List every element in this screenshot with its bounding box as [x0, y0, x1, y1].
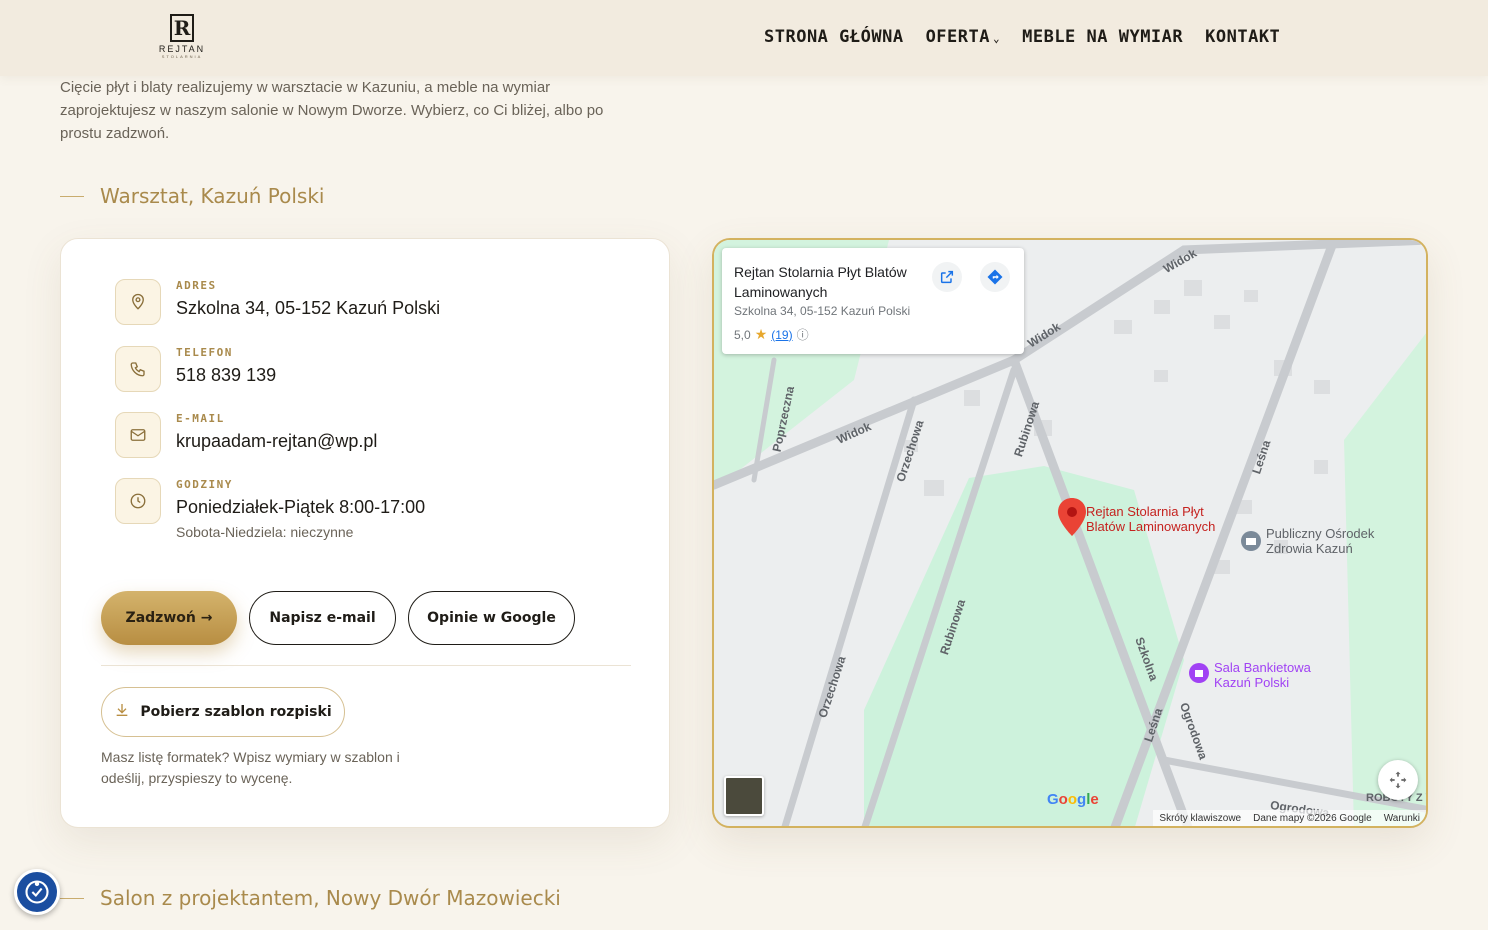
address-label: ADRES — [176, 279, 217, 292]
hours-value: Poniedziałek-Piątek 8:00-17:00 — [176, 497, 426, 517]
map-data-text: Dane mapy ©2026 Google — [1253, 812, 1372, 824]
poi-health-center: Publiczny Ośrodek Zdrowia Kazuń — [1266, 526, 1375, 556]
call-button[interactable]: Zadzwoń → — [101, 591, 237, 645]
logo-text: REJTAN — [158, 44, 206, 54]
download-template-button[interactable]: Pobierz szablon rozpiski — [101, 687, 345, 737]
template-note: Masz listę formatek? Wpisz wymiary w sza… — [101, 749, 400, 786]
directions-icon[interactable] — [980, 262, 1010, 292]
intro-text: Cięcie płyt i blaty realizujemy w warszt… — [60, 79, 604, 142]
nav-furniture[interactable]: MEBLE NA WYMIAR — [1022, 27, 1183, 47]
map-pin-icon[interactable] — [1058, 498, 1086, 540]
google-map[interactable]: Widok Widok Widok Poprzeczna Orzechowa R… — [712, 238, 1428, 828]
main-nav: STRONA GŁÓWNA OFERTA ⌄ MEBLE NA WYMIAR KO… — [764, 27, 1280, 47]
nav-offer[interactable]: OFERTA ⌄ — [926, 27, 1001, 47]
keyboard-shortcuts-link[interactable]: Skróty klawiszowe — [1159, 813, 1241, 824]
hours-weekend: Sobota-Niedziela: nieczynne — [176, 524, 354, 540]
health-center-icon — [1240, 530, 1262, 556]
terms-link[interactable]: Warunki — [1384, 813, 1420, 824]
salon-heading: Salon z projektantem, Nowy Dwór Mazowiec… — [60, 886, 561, 910]
open-external-icon[interactable] — [932, 262, 962, 292]
email-button[interactable]: Napisz e-mail — [249, 591, 396, 645]
location-pin-icon — [115, 279, 161, 325]
phone-icon — [115, 346, 161, 392]
pin-label: Rejtan Stolarnia Płyt Blatów Laminowanyc… — [1086, 504, 1216, 534]
workshop-title: Warsztat, Kazuń Polski — [100, 184, 325, 208]
workshop-heading: Warsztat, Kazuń Polski — [60, 184, 324, 208]
email-label: E-MAIL — [176, 412, 225, 425]
divider — [101, 665, 631, 666]
rating-value: 5,0 — [734, 327, 751, 342]
review-count-link[interactable]: (19) — [771, 328, 792, 342]
google-reviews-button[interactable]: Opinie w Google — [408, 591, 575, 645]
site-header: R REJTAN STOLARNIA STRONA GŁÓWNA OFERTA ⌄… — [0, 0, 1488, 76]
nav-offer-label: OFERTA — [925, 27, 990, 47]
nav-home[interactable]: STRONA GŁÓWNA — [764, 27, 904, 47]
download-icon — [114, 702, 130, 722]
address-row: ADRES Szkolna 34, 05-152 Kazuń Polski — [115, 279, 440, 325]
place-rating: 5,0 ★ (19) ⓘ — [734, 326, 1012, 343]
poi-banquet-hall: Sala Bankietowa Kazuń Polski — [1214, 660, 1311, 690]
clock-icon — [115, 478, 161, 524]
mail-icon — [115, 412, 161, 458]
heading-dash — [60, 195, 84, 197]
email-row: E-MAIL krupaadam-rejtan@wp.pl — [115, 412, 377, 458]
logo[interactable]: R REJTAN STOLARNIA — [150, 14, 214, 64]
heading-dash — [60, 897, 84, 899]
address-value: Szkolna 34, 05-152 Kazuń Polski — [176, 298, 441, 318]
info-icon[interactable]: ⓘ — [797, 326, 809, 343]
satellite-toggle[interactable] — [724, 776, 764, 816]
salon-title: Salon z projektantem, Nowy Dwór Mazowiec… — [100, 886, 561, 910]
phone-row: TELEFON 518 839 139 — [115, 346, 276, 392]
star-icon: ★ — [754, 326, 768, 342]
email-value[interactable]: krupaadam-rejtan@wp.pl — [176, 431, 377, 452]
logo-mark: R — [170, 14, 194, 42]
accessibility-icon[interactable] — [14, 869, 60, 915]
venue-icon — [1188, 662, 1210, 688]
contact-card: ADRES Szkolna 34, 05-152 Kazuń Polski TE… — [60, 238, 670, 828]
fullscreen-icon[interactable] — [1378, 760, 1418, 800]
phone-label: TELEFON — [176, 346, 233, 359]
logo-sub: STOLARNIA — [161, 54, 203, 59]
place-address: Szkolna 34, 05-152 Kazuń Polski — [734, 304, 911, 318]
google-logo: Google — [1047, 791, 1099, 808]
hours-row: GODZINY Poniedziałek-Piątek 8:00-17:00 S… — [115, 478, 425, 540]
chevron-down-icon: ⌄ — [992, 32, 1001, 45]
map-footer: Skróty klawiszowe Dane mapy ©2026 Google… — [1153, 810, 1426, 826]
place-title: Rejtan Stolarnia Płyt Blatów Laminowanyc… — [734, 264, 907, 300]
hours-label: GODZINY — [176, 478, 233, 491]
phone-value[interactable]: 518 839 139 — [176, 365, 276, 386]
nav-contact[interactable]: KONTAKT — [1205, 27, 1280, 47]
download-label: Pobierz szablon rozpiski — [140, 704, 332, 720]
place-info-card: Rejtan Stolarnia Płyt Blatów Laminowanyc… — [722, 248, 1024, 354]
